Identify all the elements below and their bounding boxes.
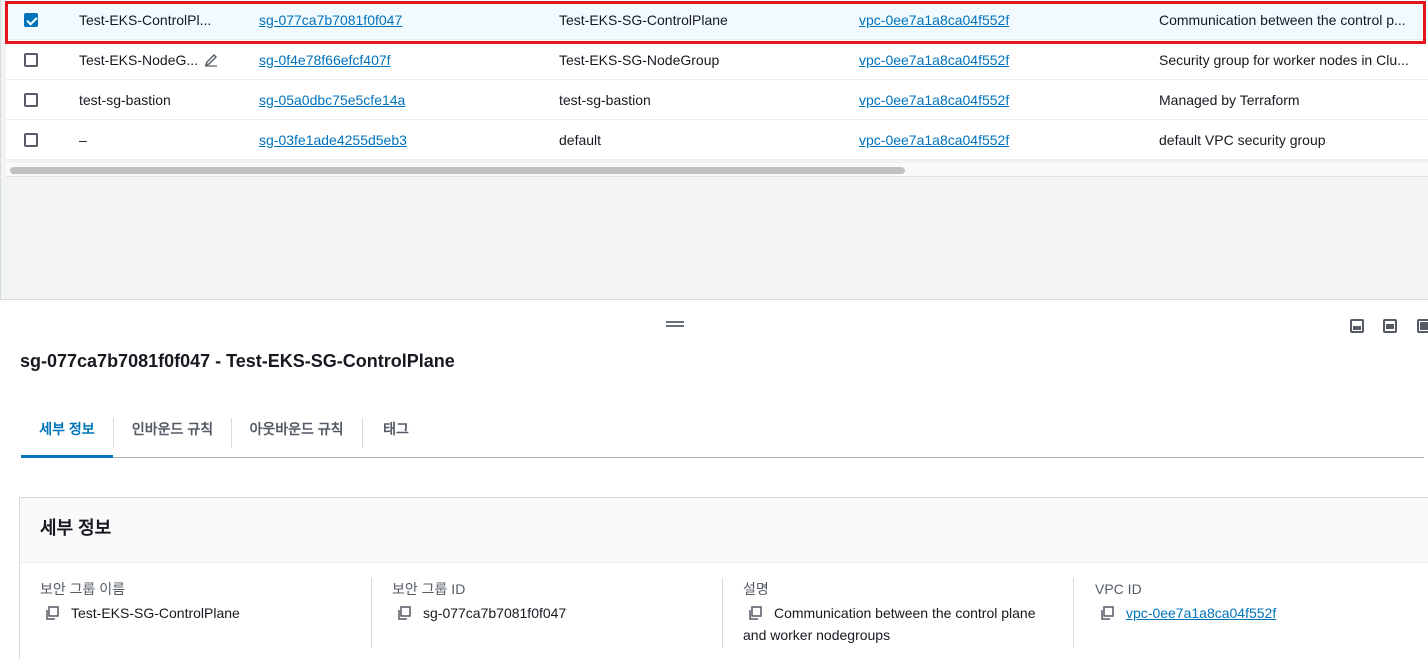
tab-outbound-rules[interactable]: 아웃바운드 규칙 (232, 406, 361, 458)
description-label: 설명 (743, 581, 769, 597)
security-group-id-link[interactable]: sg-0f4e78f66efcf407f (259, 52, 391, 68)
pencil-icon[interactable] (204, 53, 218, 67)
vpc-id-link[interactable]: vpc-0ee7a1a8ca04f552f (859, 12, 1009, 28)
field-divider (371, 578, 372, 648)
vpc-id-link[interactable]: vpc-0ee7a1a8ca04f552f (859, 132, 1009, 148)
copy-icon[interactable] (1100, 606, 1114, 620)
vpc-id-label: VPC ID (1095, 581, 1142, 597)
page-title: sg-077ca7b7081f0f047 - Test-EKS-SG-Contr… (20, 351, 455, 371)
resize-handle-icon[interactable] (666, 321, 684, 327)
description-value-line1: Communication between the control plane (774, 605, 1036, 621)
vpc-id-link[interactable]: vpc-0ee7a1a8ca04f552f (859, 52, 1009, 68)
name-cell: test-sg-bastion (79, 92, 171, 108)
row-checkbox[interactable] (24, 93, 38, 107)
sg-name-field: 보안 그룹 이름 Test-EKS-SG-ControlPlane (40, 579, 240, 624)
security-groups-table-area: Test-EKS-ControlPl... sg-077ca7b7081f0f0… (0, 0, 1428, 299)
tab-tags[interactable]: 태그 (363, 406, 429, 458)
details-container: 세부 정보 보안 그룹 이름 Test-EKS-SG-ControlPlane … (19, 497, 1428, 659)
sg-id-label: 보안 그룹 ID (392, 581, 466, 597)
security-group-name-cell: Test-EKS-SG-NodeGroup (559, 52, 720, 68)
section-title: 세부 정보 (20, 498, 1428, 563)
table-row[interactable]: Test-EKS-ControlPl... sg-077ca7b7081f0f0… (6, 0, 1428, 40)
security-group-id-link[interactable]: sg-077ca7b7081f0f047 (259, 12, 402, 28)
security-group-name-cell: Test-EKS-SG-ControlPlane (559, 12, 728, 28)
name-cell: Test-EKS-ControlPl... (79, 12, 212, 28)
row-checkbox-cell[interactable] (24, 80, 40, 120)
row-checkbox[interactable] (24, 53, 38, 67)
horizontal-scrollbar[interactable] (6, 163, 1428, 177)
name-cell: Test-EKS-NodeG... (79, 40, 249, 80)
table-row[interactable]: test-sg-bastion sg-05a0dbc75e5cfe14a tes… (6, 80, 1428, 120)
description-field: 설명 Communication between the control pla… (743, 579, 1036, 646)
panel-side-icon[interactable] (1383, 319, 1397, 333)
name-text: Test-EKS-NodeG... (79, 52, 199, 68)
security-group-id-link[interactable]: sg-05a0dbc75e5cfe14a (259, 92, 405, 108)
security-group-name-cell: default (559, 132, 602, 148)
description-cell: default VPC security group (1159, 132, 1326, 148)
table-row[interactable]: Test-EKS-NodeG... sg-0f4e78f66efcf407f T… (6, 40, 1428, 80)
sg-name-label: 보안 그룹 이름 (40, 581, 126, 597)
description-value-line2: and worker nodegroups (743, 627, 891, 643)
security-group-name-cell: test-sg-bastion (559, 92, 651, 108)
security-groups-table: Test-EKS-ControlPl... sg-077ca7b7081f0f0… (6, 0, 1428, 160)
row-checkbox-cell[interactable] (24, 40, 40, 80)
sg-name-value: Test-EKS-SG-ControlPlane (71, 605, 240, 621)
copy-icon[interactable] (748, 606, 762, 620)
panel-bottom-icon[interactable] (1350, 319, 1364, 333)
tab-details[interactable]: 세부 정보 (21, 406, 113, 458)
security-group-id-link[interactable]: sg-03fe1ade4255d5eb3 (259, 132, 407, 148)
copy-icon[interactable] (397, 606, 411, 620)
split-panel: sg-077ca7b7081f0f047 - Test-EKS-SG-Contr… (0, 299, 1428, 659)
copy-icon[interactable] (45, 606, 59, 620)
description-cell: Security group for worker nodes in Clu..… (1159, 52, 1409, 68)
row-checkbox[interactable] (24, 13, 38, 27)
row-checkbox-cell[interactable] (24, 0, 40, 40)
field-divider (722, 578, 723, 648)
vpc-id-field: VPC ID vpc-0ee7a1a8ca04f552f (1095, 579, 1276, 624)
vpc-id-link[interactable]: vpc-0ee7a1a8ca04f552f (1126, 605, 1276, 621)
field-divider (1073, 578, 1074, 648)
table-row[interactable]: – sg-03fe1ade4255d5eb3 default vpc-0ee7a… (6, 120, 1428, 160)
description-cell: Communication between the control p... (1159, 12, 1406, 28)
scrollbar-thumb[interactable] (10, 167, 905, 174)
tab-inbound-rules[interactable]: 인바운드 규칙 (114, 406, 231, 458)
sg-id-field: 보안 그룹 ID sg-077ca7b7081f0f047 (392, 579, 566, 624)
name-cell: – (79, 132, 87, 148)
row-checkbox[interactable] (24, 133, 38, 147)
description-cell: Managed by Terraform (1159, 92, 1300, 108)
sg-id-value: sg-077ca7b7081f0f047 (423, 605, 567, 621)
panel-full-icon[interactable] (1417, 319, 1428, 333)
details-tabs: 세부 정보 인바운드 규칙 아웃바운드 규칙 태그 (21, 406, 1424, 458)
vpc-id-link[interactable]: vpc-0ee7a1a8ca04f552f (859, 92, 1009, 108)
row-checkbox-cell[interactable] (24, 120, 40, 160)
